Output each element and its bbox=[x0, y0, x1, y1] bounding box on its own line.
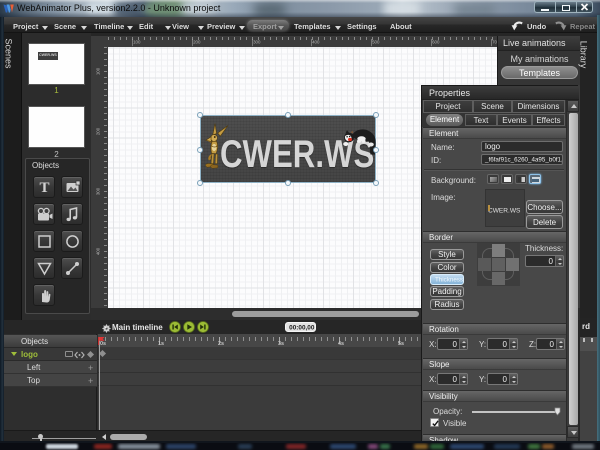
svg-text:T: T bbox=[39, 180, 49, 196]
